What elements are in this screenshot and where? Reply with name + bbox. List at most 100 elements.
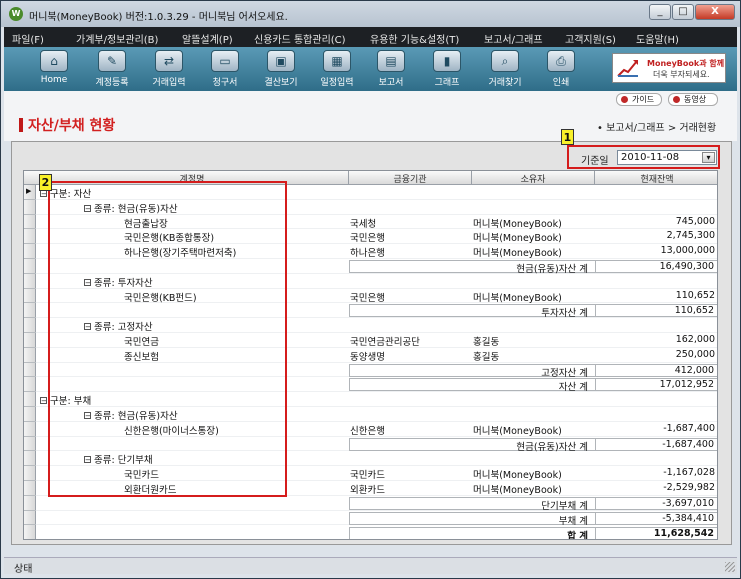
- subtotal-divider: [595, 497, 596, 510]
- collapse-toggle-icon[interactable]: −: [40, 190, 47, 198]
- institution-cell: 국민연금관리공단: [350, 337, 420, 348]
- date-value: 2010-11-08: [621, 152, 680, 163]
- balance-cell: 250,000: [675, 348, 715, 360]
- transaction-input-icon: ⇄: [155, 50, 183, 72]
- account-register-icon: ✎: [98, 50, 126, 72]
- date-picker[interactable]: 2010-11-08 ▾: [617, 150, 717, 165]
- subtotal-label: 현금(유동)자산 계: [516, 264, 588, 275]
- menu-ledger[interactable]: 가계부/정보관리(B): [76, 31, 158, 46]
- subtotal-divider: [595, 438, 596, 451]
- report-icon: ▤: [377, 50, 405, 72]
- status-bar: 상태: [4, 557, 737, 575]
- menu-file[interactable]: 파일(F): [12, 31, 44, 46]
- owner-cell: 머니북(MoneyBook): [473, 292, 562, 304]
- subtotal-amount: 16,490,300: [659, 261, 714, 272]
- subtotal-row: 자산 계 17,012,952: [349, 378, 717, 394]
- subtotal-amount: 412,000: [674, 364, 714, 376]
- title-bar[interactable]: W 머니북(MoneyBook) 버전:1.0.3.29 - 머니북님 어서오세…: [1, 1, 740, 27]
- minimize-button[interactable]: _: [649, 4, 671, 20]
- owner-cell: 머니북(MoneyBook): [473, 470, 562, 482]
- menu-support[interactable]: 고객지원(S): [565, 31, 616, 46]
- subtotal-row: 현금(유동)자산 계 -1,687,400: [349, 437, 717, 453]
- status-text: 상태: [14, 564, 33, 575]
- menu-bar: 파일(F) 가계부/정보관리(B) 알뜰설계(P) 신용카드 통합관리(C) 유…: [4, 27, 737, 47]
- toolbar-label: 인쇄: [552, 78, 570, 88]
- breadcrumb: • 보고서/그래프 > 거래현황: [597, 123, 717, 134]
- subtotal-row: 부채 계 -5,384,410: [349, 511, 717, 527]
- row-header-divider: [24, 391, 36, 393]
- toolbar-schedule-button[interactable]: ▦ 일정입력: [309, 48, 365, 90]
- play-icon: [621, 96, 628, 103]
- toolbar-transaction-input-button[interactable]: ⇄ 거래입력: [141, 48, 197, 90]
- chevron-down-icon[interactable]: ▾: [702, 152, 715, 163]
- row-header-divider: [24, 376, 36, 378]
- menu-plan[interactable]: 알뜰설계(P): [182, 31, 233, 46]
- callout-1: 1: [561, 129, 574, 145]
- current-row-arrow-icon: ▶: [26, 187, 32, 195]
- subtotal-label: 현금(유동)자산 계: [516, 441, 588, 453]
- toolbar-home-button[interactable]: ⌂ Home: [26, 48, 82, 90]
- col-institution[interactable]: 금융기관: [349, 172, 471, 185]
- subtotal-amount: -1,687,400: [662, 438, 714, 450]
- window-title: 머니북(MoneyBook) 버전:1.0.3.29 - 머니북님 어서오세요.: [29, 12, 288, 23]
- balance-cell: 162,000: [675, 334, 715, 345]
- col-balance[interactable]: 현재잔액: [595, 172, 717, 185]
- promo-banner[interactable]: MoneyBook과 함께 더욱 부자되세요.: [612, 53, 726, 83]
- banner-line1: MoneyBook과 함께: [647, 59, 725, 68]
- menu-tools[interactable]: 유용한 기능&설정(T): [370, 31, 459, 46]
- owner-cell: 머니북(MoneyBook): [473, 248, 562, 260]
- toolbar: ⌂ Home ✎ 계정등록 ⇄ 거래입력 ▭ 청구서 ▣ 결산보기 ▦ 일정입력 ▤ 보고서 …: [4, 47, 737, 91]
- subtotal-label: 자산 계: [558, 382, 588, 394]
- video-button[interactable]: 동영상: [668, 93, 718, 106]
- toolbar-print-button[interactable]: ⎙ 인쇄: [533, 48, 589, 90]
- toolbar-label: 청구서: [212, 78, 238, 88]
- balance-cell: 110,652: [675, 289, 715, 301]
- toolbar-label: 그래프: [434, 78, 460, 88]
- guide-button[interactable]: 가이드: [616, 93, 662, 106]
- subtotal-amount: 11,628,542: [653, 528, 714, 540]
- col-owner[interactable]: 소유자: [472, 172, 594, 185]
- institution-cell: 국민은행: [350, 292, 385, 304]
- home-icon: ⌂: [40, 50, 68, 72]
- row-header-divider: [24, 198, 36, 200]
- toolbar-settlement-button[interactable]: ▣ 결산보기: [253, 48, 309, 90]
- subtotal-amount: -3,697,010: [662, 497, 714, 509]
- close-button[interactable]: X: [695, 4, 735, 20]
- owner-cell: 머니북(MoneyBook): [473, 218, 562, 230]
- menu-credit-card[interactable]: 신용카드 통합관리(C): [254, 31, 346, 46]
- resize-grip-icon[interactable]: [725, 562, 735, 572]
- subtotal-divider: [595, 305, 596, 318]
- highlight-box-2: [48, 181, 287, 497]
- card-bill-icon: ▭: [211, 50, 239, 72]
- toolbar-bill-button[interactable]: ▭ 청구서: [197, 48, 253, 90]
- subtotal-label: 부채 계: [558, 515, 588, 527]
- row-header-divider: [24, 539, 36, 540]
- toolbar-label: 거래입력: [152, 78, 186, 88]
- subtotal-divider: [595, 261, 596, 273]
- collapse-toggle-icon[interactable]: −: [40, 397, 47, 405]
- subtotal-label: 합 계: [567, 531, 588, 540]
- subtotal-amount: 17,012,952: [659, 379, 714, 391]
- menu-report[interactable]: 보고서/그래프: [484, 31, 543, 46]
- row-divider: [36, 539, 718, 540]
- subtotal-divider: [595, 528, 596, 539]
- balance-cell: -1,687,400: [663, 422, 715, 434]
- menu-help[interactable]: 도움말(H): [636, 31, 679, 46]
- row-header-divider: [24, 509, 36, 511]
- toolbar-graph-button[interactable]: ▮ 그래프: [419, 48, 475, 90]
- toolbar-label: 보고서: [378, 78, 404, 88]
- subtotal-row: 현금(유동)자산 계 16,490,300: [349, 260, 717, 275]
- toolbar-account-register-button[interactable]: ✎ 계정등록: [84, 48, 140, 90]
- subtotal-divider: [595, 512, 596, 525]
- toolbar-find-transaction-button[interactable]: ⌕ 거래찾기: [477, 48, 533, 90]
- maximize-button[interactable]: □: [672, 4, 694, 20]
- row-header-divider: [24, 524, 36, 526]
- owner-cell: 머니북(MoneyBook): [473, 233, 562, 245]
- grand-total-row: 합 계 11,628,542: [349, 527, 717, 540]
- app-window: W 머니북(MoneyBook) 버전:1.0.3.29 - 머니북님 어서오세…: [0, 0, 741, 579]
- owner-cell: 머니북(MoneyBook): [473, 485, 562, 496]
- video-label: 동영상: [684, 95, 707, 104]
- subtotal-label: 투자자산 계: [541, 308, 588, 320]
- subtotal-divider: [595, 379, 596, 392]
- toolbar-report-button[interactable]: ▤ 보고서: [363, 48, 419, 90]
